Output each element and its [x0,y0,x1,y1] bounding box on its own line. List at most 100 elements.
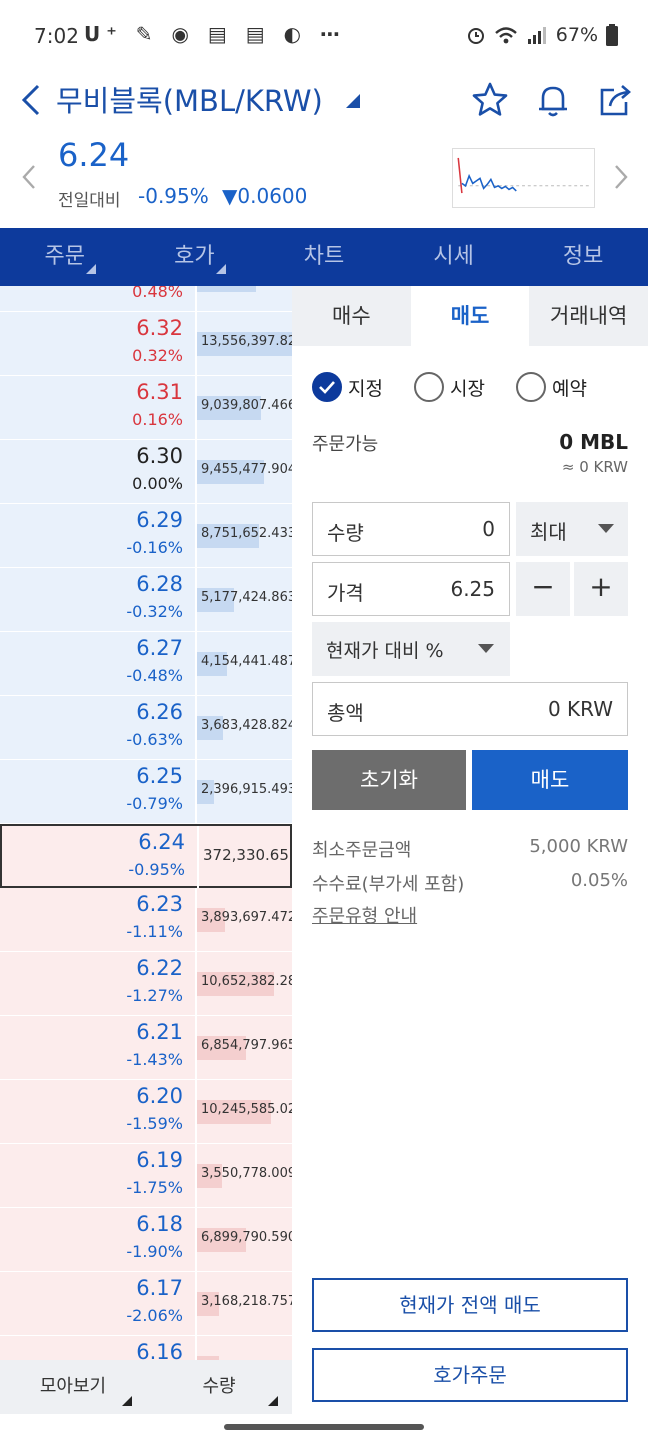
total-value: 0 KRW [547,697,613,721]
tab-market[interactable]: 시세 [389,228,519,286]
order-type-limit[interactable]: 지정 [312,372,383,402]
home-indicator[interactable] [224,1424,424,1430]
group-view-button[interactable]: 모아보기 [0,1360,146,1414]
sell-all-at-current-price-button[interactable]: 현재가 전액 매도 [312,1278,628,1332]
tab-info[interactable]: 정보 [518,228,648,286]
order-book-row[interactable]: 6.19 -1.75% 3,550,778.009 [0,1144,292,1208]
row-change-percent: -0.32% [126,602,183,621]
row-price: 6.32 [136,316,183,340]
order-book-footer: 모아보기 수량 [0,1360,292,1414]
row-volume: 372,330.655 [203,846,292,864]
next-coin-arrow-icon[interactable] [610,162,630,192]
row-volume-cell: 3,893,697.472 [195,888,292,952]
row-volume-cell: 6,854,797.965 [195,1016,292,1080]
order-book-row[interactable]: 6.22 -1.27% 10,652,382.281 [0,952,292,1016]
row-volume: 4,154,441.487 [201,654,292,669]
quantity-mode-button[interactable]: 수량 [146,1360,292,1414]
reset-button[interactable]: 초기화 [312,750,466,810]
max-quantity-dropdown[interactable]: 최대 [516,502,628,556]
order-book-row[interactable]: 6.20 -1.59% 10,245,585.029 [0,1080,292,1144]
subtab-sell[interactable]: 매도 [410,286,530,346]
order-book-row[interactable]: 6.21 -1.43% 6,854,797.965 [0,1016,292,1080]
row-price: 6.24 [138,830,185,854]
orderbook-order-button[interactable]: 호가주문 [312,1348,628,1402]
order-book-row[interactable]: 6.16 [0,1336,292,1360]
total-label: 총액 [327,701,364,725]
order-book-row[interactable]: 6.28 -0.32% 5,177,424.863 [0,568,292,632]
total-field[interactable]: 총액 0 KRW [312,682,628,736]
radio-unchecked-icon [516,372,546,402]
status-right: 67% [466,24,618,46]
quantity-value: 0 [482,517,495,541]
subtab-history[interactable]: 거래내역 [529,286,648,346]
row-volume: 3,893,697.472 [201,910,292,925]
order-type-market[interactable]: 시장 [414,372,485,402]
price-field[interactable]: 가격 6.25 [312,562,510,616]
tab-order[interactable]: 주문 [0,228,130,286]
price-decrease-button[interactable]: − [516,562,570,616]
order-book-row[interactable]: 6.18 -1.90% 6,899,790.590 [0,1208,292,1272]
row-volume-cell: 9,455,477.904 [195,440,292,504]
price-value: 6.25 [450,577,495,601]
order-book-row-partial[interactable]: 0.48% [0,286,292,312]
tab-caret-icon [215,264,226,274]
favorite-star-icon[interactable] [470,80,510,120]
tab-label: 차트 [303,244,345,269]
coin-select-caret-icon[interactable] [346,94,360,108]
row-price: 6.18 [136,1212,183,1236]
row-price: 6.28 [136,572,183,596]
order-book-row-current[interactable]: 6.24 -0.95% 372,330.655 [0,824,292,890]
change-amount: ▼0.0600 [222,184,308,208]
chart-line-down [461,173,517,192]
order-book-row[interactable]: 6.26 -0.63% 3,683,428.824 [0,696,292,760]
order-book-row[interactable]: 6.25 -0.79% 2,396,915.493 [0,760,292,824]
fee-value: 0.05% [570,870,628,891]
quantity-field[interactable]: 수량 0 [312,502,510,556]
dropdown-caret-icon [122,1396,132,1406]
order-book-row[interactable]: 6.31 0.16% 9,039,807.466 [0,376,292,440]
chart-line-up [457,157,463,194]
order-subtabs: 매수 매도 거래내역 [292,286,648,346]
tab-chart[interactable]: 차트 [259,228,389,286]
row-price: 6.16 [136,1340,183,1360]
row-price: 6.19 [136,1148,183,1172]
order-book-row[interactable]: 6.27 -0.48% 4,154,441.487 [0,632,292,696]
group-view-label: 모아보기 [39,1376,107,1397]
row-volume: 3,168,218.757 [201,1294,292,1309]
row-change-percent: 0.32% [132,346,183,365]
tab-orderbook[interactable]: 호가 [130,228,260,286]
price-increase-button[interactable]: + [574,562,628,616]
radio-unchecked-icon [414,372,444,402]
row-change-percent: -1.27% [126,986,183,1005]
mini-price-chart[interactable] [452,148,595,208]
order-book-row[interactable]: 6.23 -1.11% 3,893,697.472 [0,888,292,952]
available-krw: ≈ 0 KRW [561,458,628,476]
order-book-row[interactable]: 6.29 -0.16% 8,751,652.433 [0,504,292,568]
subtab-buy[interactable]: 매수 [292,286,411,346]
sell-button[interactable]: 매도 [472,750,628,810]
row-volume: 10,245,585.029 [201,1102,292,1117]
row-volume-cell: 2,396,915.493 [195,760,292,824]
order-book-row[interactable]: 6.32 0.32% 13,556,397.826 [0,312,292,376]
order-book-row[interactable]: 6.17 -2.06% 3,168,218.757 [0,1272,292,1336]
prev-coin-arrow-icon[interactable] [20,162,40,192]
row-volume-cell [195,1336,292,1360]
page-title[interactable]: 무비블록(MBL/KRW) [56,78,323,120]
row-price: 6.29 [136,508,183,532]
order-type-label: 시장 [450,377,485,400]
order-type-reserve[interactable]: 예약 [516,372,587,402]
order-book[interactable]: 0.48% 6.32 0.32% 13,556,397.826 6.31 0.16% 9,… [0,286,292,1360]
order-book-row[interactable]: 6.30 0.00% 9,455,477.904 [0,440,292,504]
row-change-percent: -1.75% [126,1178,183,1197]
alarm-icon [467,28,484,44]
share-icon[interactable] [596,80,636,120]
row-price: 6.21 [136,1020,183,1044]
row-volume: 8,751,652.433 [201,526,292,541]
min-order-value: 5,000 KRW [529,836,628,857]
notification-bell-icon[interactable] [533,80,573,120]
order-type-guide-link[interactable]: 주문유형 안내 [312,902,417,928]
percent-of-price-dropdown[interactable]: 현재가 대비 % [312,622,510,676]
main-tab-bar: 주문 호가 차트 시세 정보 [0,228,648,286]
back-arrow-icon[interactable] [18,80,46,120]
row-volume-cell: 6,899,790.590 [195,1208,292,1272]
